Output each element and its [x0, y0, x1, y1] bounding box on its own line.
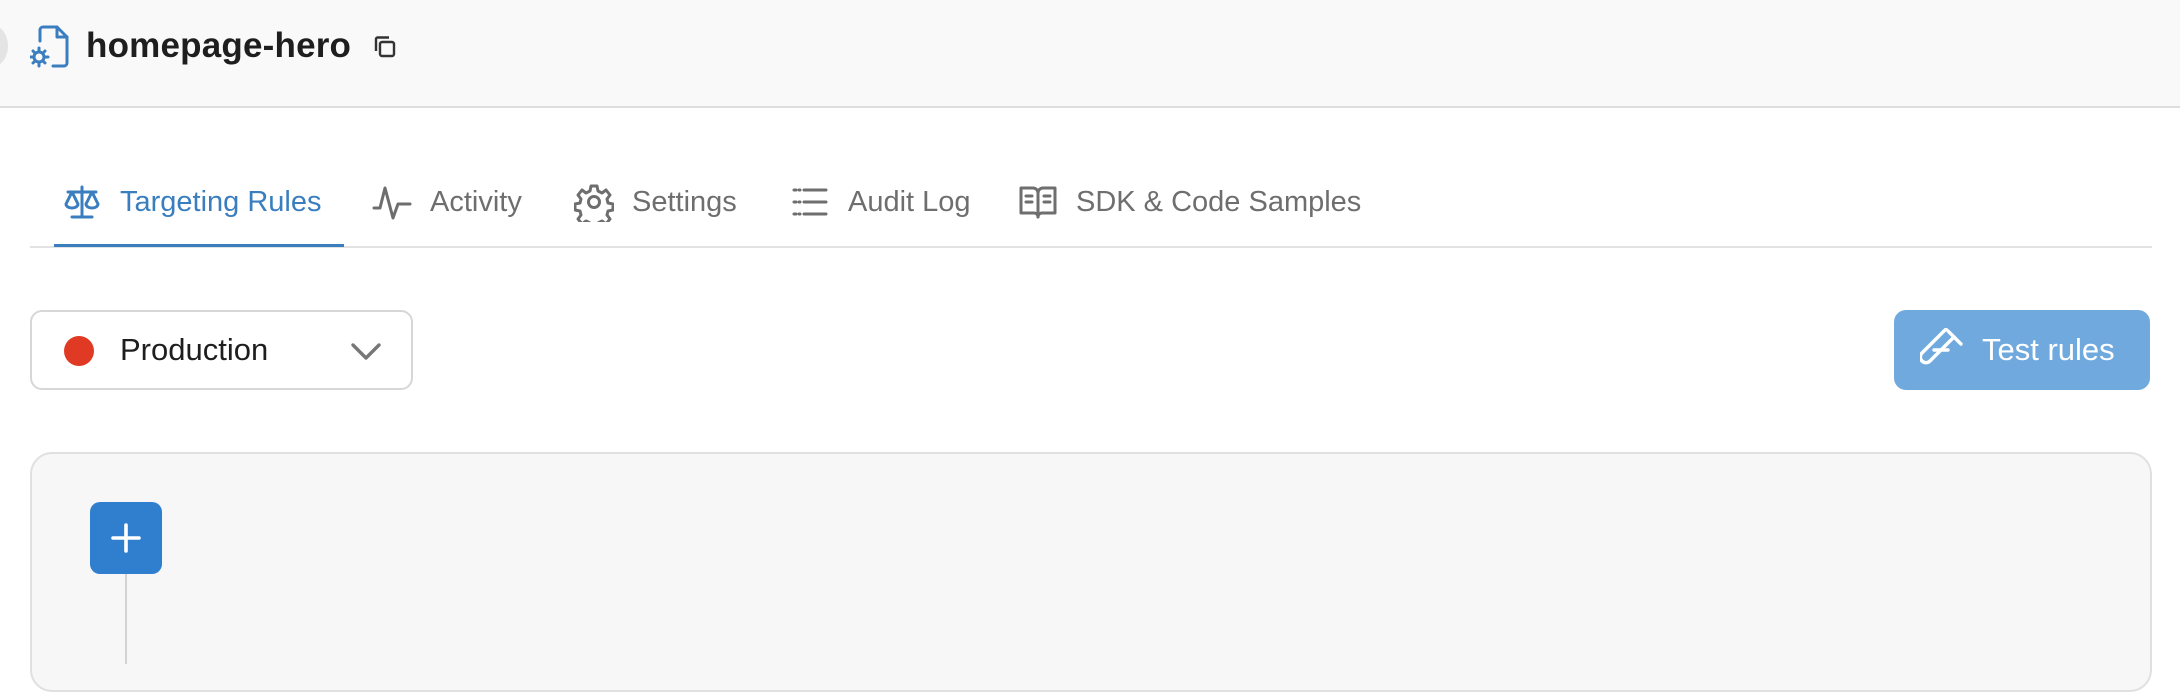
- tab-label: Audit Log: [848, 185, 971, 218]
- copy-icon[interactable]: [372, 34, 398, 60]
- test-rules-button[interactable]: Test rules: [1894, 310, 2150, 390]
- book-icon: [1019, 186, 1057, 219]
- file-settings-icon: [30, 25, 69, 68]
- tab-label: Activity: [430, 185, 522, 218]
- tab-label: SDK & Code Samples: [1076, 185, 1362, 218]
- page-title: homepage-hero: [86, 26, 352, 65]
- add-rule-button[interactable]: [90, 502, 162, 574]
- tab-sdk-code-samples[interactable]: SDK & Code Samples: [1018, 158, 1361, 246]
- page-header: homepage-hero: [0, 0, 2180, 108]
- tab-label: Targeting Rules: [120, 185, 322, 218]
- chevron-down-icon: [351, 343, 381, 360]
- plus-icon: [111, 523, 141, 553]
- scale-icon: [64, 185, 100, 219]
- environment-status-dot: [64, 336, 94, 366]
- tab-targeting-rules[interactable]: Targeting Rules: [54, 158, 343, 247]
- tab-settings[interactable]: Settings: [574, 158, 737, 246]
- list-icon: [792, 188, 828, 216]
- activity-icon: [372, 186, 412, 220]
- sidebar-collapse-handle[interactable]: [0, 26, 8, 66]
- test-rules-label: Test rules: [1982, 332, 2115, 367]
- tab-bar: Targeting Rules Activity Settings Audit …: [30, 158, 2152, 248]
- rule-connector-line: [125, 574, 127, 664]
- test-tube-icon: [1920, 328, 1963, 365]
- environment-label: Production: [120, 332, 269, 367]
- tab-audit-log[interactable]: Audit Log: [790, 158, 971, 246]
- environment-select[interactable]: Production: [30, 310, 413, 390]
- gear-icon: [574, 184, 614, 222]
- rules-panel: [30, 452, 2152, 692]
- tab-label: Settings: [632, 185, 737, 218]
- tab-activity[interactable]: Activity: [372, 158, 522, 246]
